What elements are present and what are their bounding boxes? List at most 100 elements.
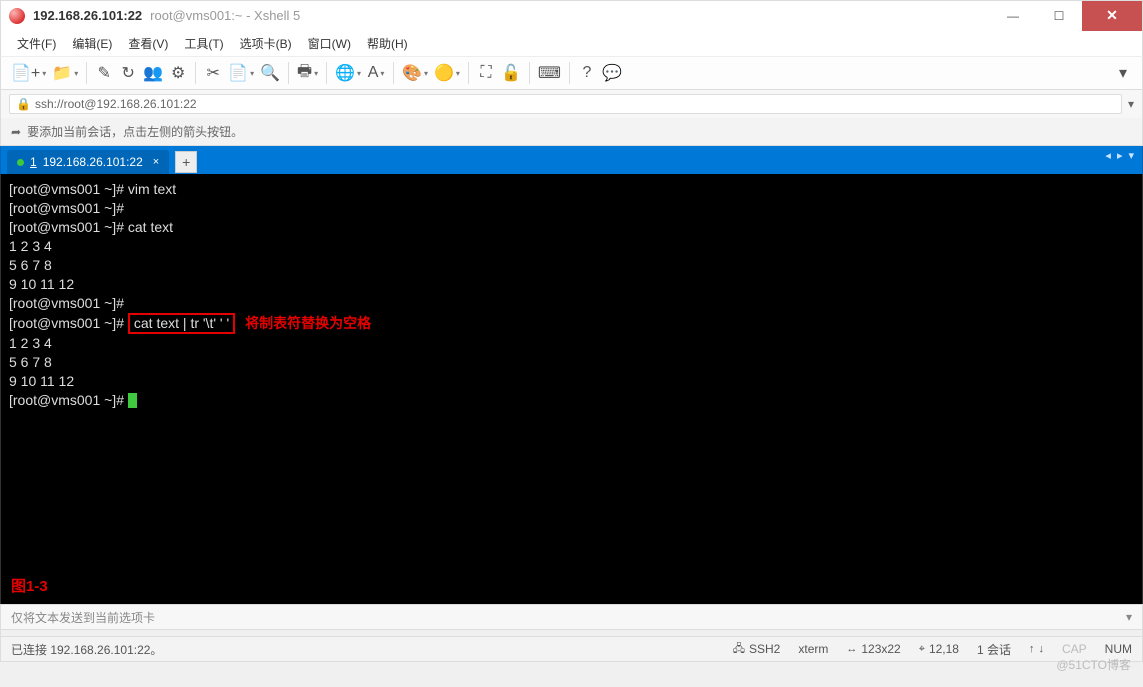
highlight-button[interactable]: 🟡 (432, 61, 462, 85)
send-input-placeholder: 仅将文本发送到当前选项卡 (11, 609, 155, 626)
status-cap: CAP (1062, 642, 1087, 656)
terminal-pane[interactable]: [root@vms001 ~]# vim text[root@vms001 ~]… (0, 174, 1143, 604)
maximize-button[interactable]: ☐ (1036, 1, 1082, 31)
send-input-bar[interactable]: 仅将文本发送到当前选项卡 ▾ (0, 604, 1143, 630)
terminal-line: 5 6 7 8 (9, 256, 1134, 275)
color-button[interactable]: 🎨 (400, 61, 430, 85)
fullscreen-button[interactable]: ⛶ (475, 61, 497, 85)
status-term: xterm (798, 642, 828, 656)
ssh-icon: 🖧 (733, 640, 745, 659)
new-session-icon: 📄+ (11, 63, 40, 83)
palette-icon: 🎨 (402, 63, 422, 83)
terminal-line: [root@vms001 ~]# (9, 199, 1134, 218)
pencil-icon: ✎ (98, 63, 111, 83)
feedback-button[interactable]: 💬 (600, 61, 624, 85)
minimize-button[interactable]: — (990, 1, 1036, 31)
tab-strip: 1 192.168.26.101:22 × + ◂ ▸ ▾ (0, 146, 1143, 174)
folder-icon: 📁 (52, 63, 72, 83)
terminal-line: [root@vms001 ~]# (9, 391, 1134, 410)
session-tab[interactable]: 1 192.168.26.101:22 × (7, 150, 169, 174)
search-button[interactable]: 🔍 (258, 61, 282, 85)
print-button[interactable]: 🖶 (295, 61, 320, 85)
scissors-icon: ✂ (206, 63, 219, 83)
status-pos: 12,18 (929, 642, 959, 656)
encoding-button[interactable]: 🌐 (333, 61, 363, 85)
reconnect-button[interactable]: ↻ (117, 61, 139, 85)
minimize-icon: — (1007, 9, 1019, 23)
tab-list-button[interactable]: ▾ (1126, 149, 1136, 162)
printer-icon: 🖶 (297, 60, 312, 87)
status-size: 123x22 (861, 642, 900, 656)
terminal-line: [root@vms001 ~]# vim text (9, 180, 1134, 199)
close-button[interactable]: ✕ (1082, 1, 1142, 31)
help-icon: ? (583, 64, 592, 82)
tab-label: 192.168.26.101:22 (43, 155, 143, 169)
up-icon: ↑ (1029, 643, 1035, 655)
menu-view[interactable]: 查看(V) (122, 33, 174, 54)
tab-prev-button[interactable]: ◂ (1103, 149, 1113, 162)
tab-next-button[interactable]: ▸ (1115, 149, 1125, 162)
pos-icon: ⌖ (919, 643, 925, 656)
status-session-count: 1 会话 (977, 641, 1011, 658)
terminal-line: 1 2 3 4 (9, 237, 1134, 256)
expand-icon: ⛶ (480, 64, 491, 82)
globe-icon: 🌐 (335, 63, 355, 83)
lock-icon: 🔓 (501, 63, 521, 83)
close-icon: ✕ (1106, 7, 1118, 24)
menu-tools[interactable]: 工具(T) (178, 33, 229, 54)
address-bar: 🔒 ssh://root@192.168.26.101:22 ▾ (0, 90, 1143, 118)
status-bar: 已连接 192.168.26.101:22。 🖧 SSH2 xterm ↔ 123x… (0, 636, 1143, 662)
menu-file[interactable]: 文件(F) (11, 33, 62, 54)
open-folder-button[interactable]: 📁 (50, 61, 80, 85)
plus-icon: + (182, 154, 190, 170)
lock-button[interactable]: 🔓 (499, 61, 523, 85)
menu-help[interactable]: 帮助(H) (361, 33, 414, 54)
address-field[interactable]: 🔒 ssh://root@192.168.26.101:22 (9, 94, 1122, 114)
figure-label: 图1-3 (11, 577, 48, 596)
refresh-icon: ↻ (122, 63, 135, 83)
addr-dropdown-icon[interactable]: ▾ (1128, 97, 1134, 111)
terminal-line: [root@vms001 ~]# cat text | tr '\t' ' '将… (9, 313, 1134, 334)
menu-edit[interactable]: 编辑(E) (66, 33, 118, 54)
edit-button[interactable]: ✎ (93, 61, 115, 85)
users-button[interactable]: 👥 (141, 61, 165, 85)
copy-button[interactable]: 📄 (226, 61, 256, 85)
down-icon: ↓ (1038, 643, 1044, 655)
terminal-line: 9 10 11 12 (9, 275, 1134, 294)
terminal-line: 1 2 3 4 (9, 334, 1134, 353)
status-proto: SSH2 (749, 642, 780, 656)
terminal-line: 5 6 7 8 (9, 353, 1134, 372)
menu-bar: 文件(F) 编辑(E) 查看(V) 工具(T) 选项卡(B) 窗口(W) 帮助(… (0, 30, 1143, 56)
input-dropdown-icon[interactable]: ▾ (1126, 610, 1132, 624)
chevron-down-icon: ▾ (1119, 63, 1127, 83)
menu-window[interactable]: 窗口(W) (302, 33, 357, 54)
status-dot-icon (17, 159, 24, 166)
copy-icon: 📄 (228, 63, 248, 83)
window-title-main: 192.168.26.101:22 (33, 8, 142, 23)
terminal-line: [root@vms001 ~]# cat text (9, 218, 1134, 237)
toolbar-overflow[interactable]: ▾ (1112, 61, 1134, 85)
lock-icon: 🔒 (16, 97, 31, 111)
settings-button[interactable]: ⚙ (167, 61, 189, 85)
hint-text: 要添加当前会话，点击左侧的箭头按钮。 (27, 123, 243, 140)
keyboard-button[interactable]: ⌨ (536, 61, 563, 85)
font-icon: A (368, 64, 379, 82)
menu-tab[interactable]: 选项卡(B) (234, 33, 298, 54)
status-num: NUM (1105, 642, 1132, 656)
font-button[interactable]: A (365, 61, 387, 85)
tab-number: 1 (30, 155, 37, 169)
terminal-line: 9 10 11 12 (9, 372, 1134, 391)
toolbar: 📄+ 📁 ✎ ↻ 👥 ⚙ ✂ 📄 🔍 🖶 🌐 A 🎨 🟡 ⛶ 🔓 ⌨ ? 💬 ▾ (0, 56, 1143, 90)
highlight-icon: 🟡 (434, 63, 454, 83)
app-icon (9, 8, 25, 24)
tab-add-button[interactable]: + (175, 151, 197, 173)
tab-close-icon[interactable]: × (153, 156, 159, 168)
new-session-button[interactable]: 📄+ (9, 61, 48, 85)
cut-button[interactable]: ✂ (202, 61, 224, 85)
size-icon: ↔ (846, 643, 857, 655)
gear-icon: ⚙ (171, 63, 185, 83)
help-button[interactable]: ? (576, 61, 598, 85)
window-title-sub: root@vms001:~ - Xshell 5 (150, 8, 300, 23)
arrow-icon[interactable]: ➦ (11, 125, 21, 139)
status-connection: 已连接 192.168.26.101:22。 (11, 641, 162, 658)
